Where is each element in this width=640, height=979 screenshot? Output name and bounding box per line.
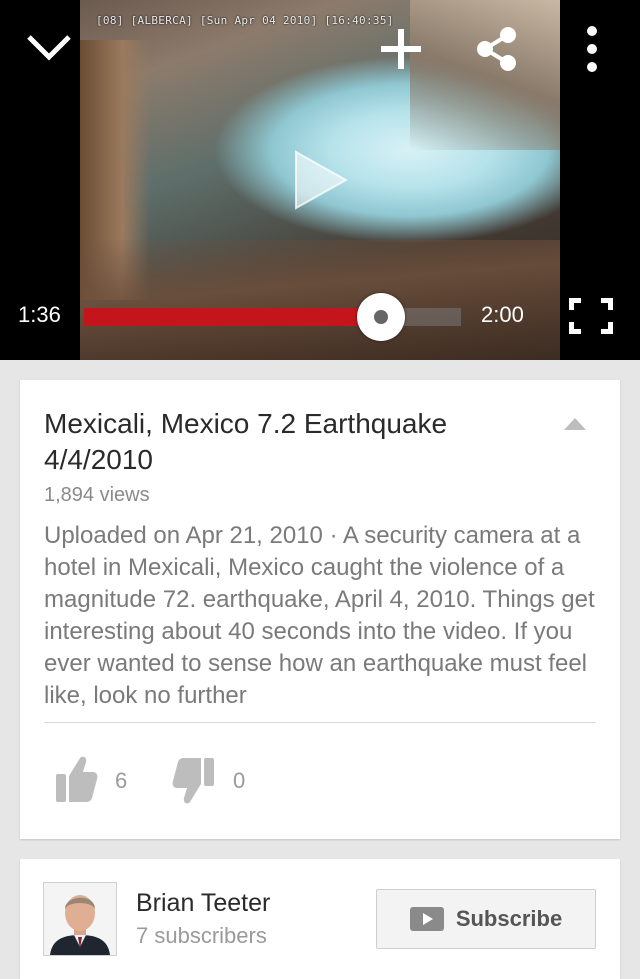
video-deck — [80, 240, 560, 360]
chevron-down-icon[interactable] — [22, 24, 76, 70]
play-icon[interactable] — [290, 150, 350, 210]
subscribe-label: Subscribe — [455, 906, 563, 931]
video-title: Mexicali, Mexico 7.2 Earthquake 4/4/2010 — [44, 408, 448, 475]
subscribe-button[interactable]: Subscribe — [376, 889, 596, 949]
progress-bar[interactable] — [84, 293, 461, 341]
video-description: Uploaded on Apr 21, 2010 · A security ca… — [44, 522, 595, 709]
like-count: 6 — [115, 768, 128, 793]
avatar[interactable] — [43, 882, 117, 956]
camera-timestamp-overlay: [08] [ALBERCA] [Sun Apr 04 2010] [16:40:… — [96, 14, 394, 27]
thumbs-down-icon[interactable] — [172, 756, 216, 806]
video-building — [410, 0, 560, 150]
view-count: 1,894 views — [44, 484, 150, 506]
collapse-details-icon[interactable] — [564, 418, 586, 430]
total-time: 2:00 — [481, 302, 524, 327]
dislike-count: 0 — [233, 768, 246, 793]
channel-name[interactable]: Brian Teeter — [136, 889, 270, 918]
channel-card: Brian Teeter 7 subscribers Subscribe — [20, 859, 620, 979]
current-time: 1:36 — [18, 302, 61, 327]
video-info-card: Mexicali, Mexico 7.2 Earthquake 4/4/2010… — [20, 380, 620, 839]
progress-thumb[interactable] — [356, 293, 405, 341]
divider — [44, 722, 596, 723]
youtube-play-icon — [409, 907, 444, 931]
fullscreen-icon[interactable] — [566, 296, 616, 336]
progress-fill — [84, 308, 381, 326]
subscriber-count: 7 subscribers — [136, 923, 267, 948]
more-vert-icon[interactable] — [574, 22, 610, 76]
thumbs-up-icon[interactable] — [54, 754, 98, 804]
share-icon[interactable] — [470, 24, 522, 74]
video-player[interactable]: [08] [ALBERCA] [Sun Apr 04 2010] [16:40:… — [0, 0, 640, 360]
plus-icon[interactable] — [376, 24, 426, 74]
